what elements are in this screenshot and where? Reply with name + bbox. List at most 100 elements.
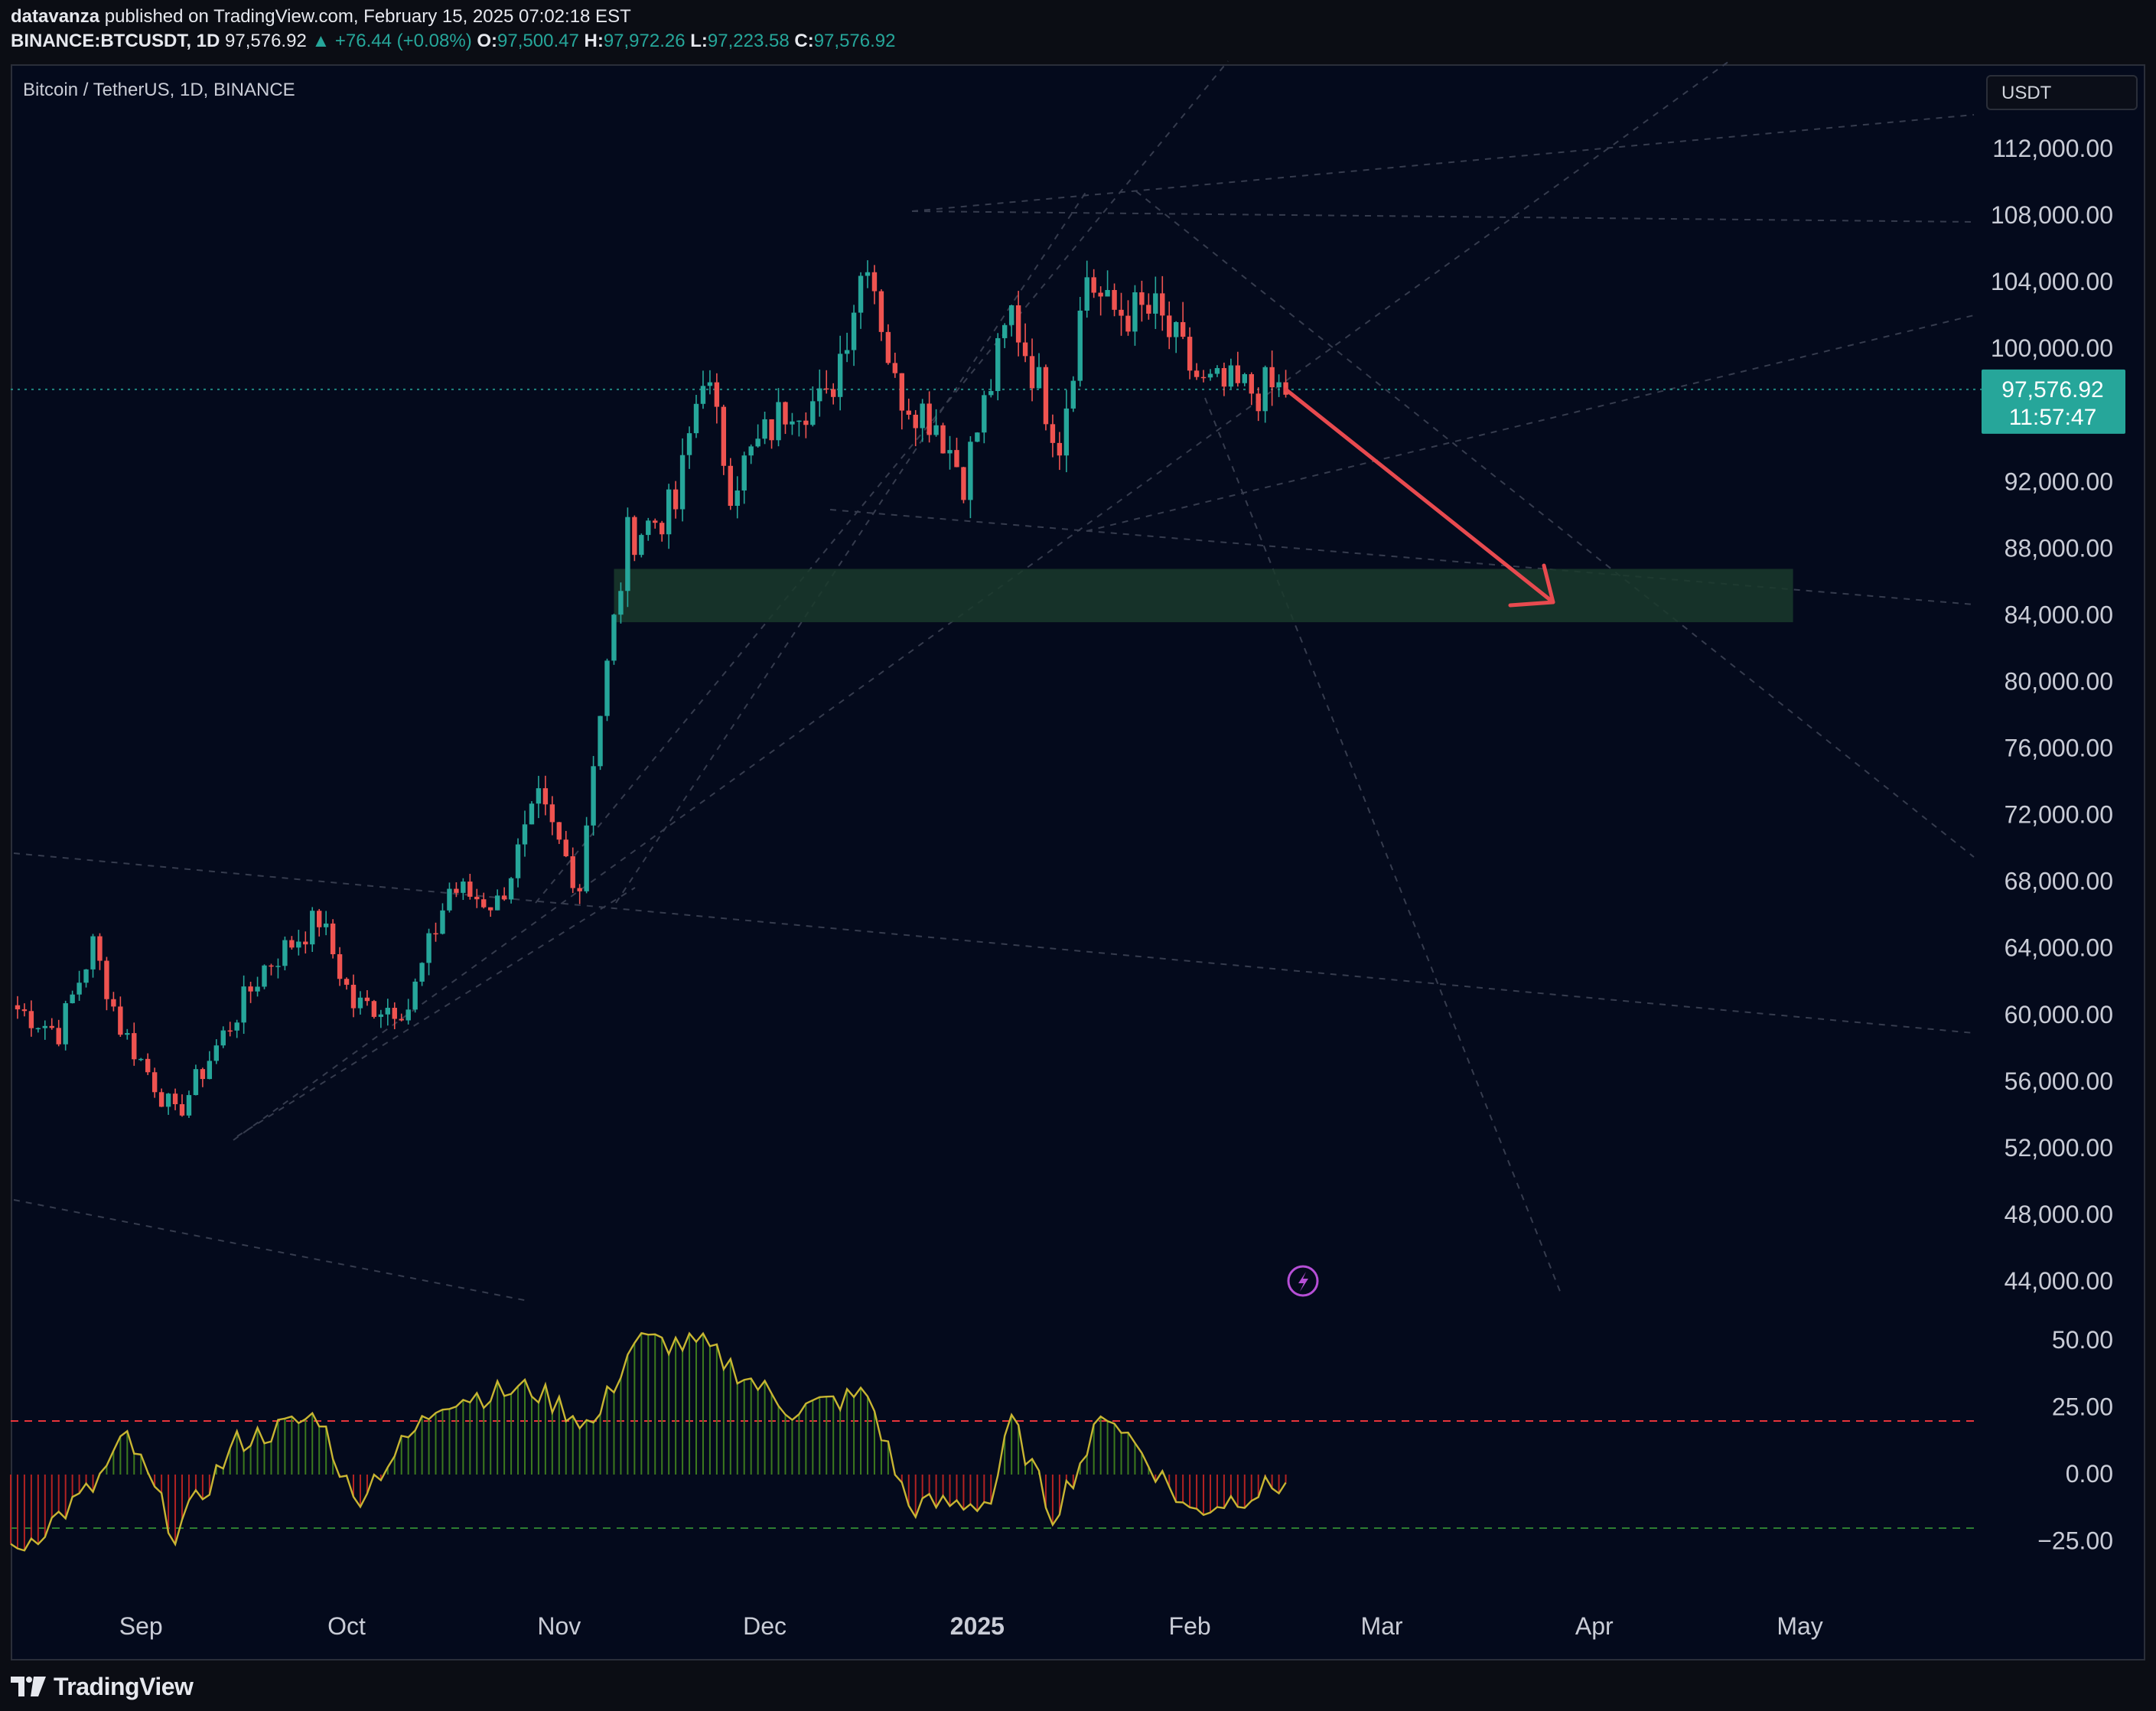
candle-body xyxy=(165,1093,171,1107)
x-axis-tick-label: Sep xyxy=(119,1612,163,1640)
candle-body xyxy=(1043,367,1049,425)
y-axis-tick-label: 104,000.00 xyxy=(1991,268,2113,295)
candle-body xyxy=(461,882,466,893)
candle-body xyxy=(255,986,260,992)
candle-body xyxy=(679,455,686,510)
y-axis-tick-label: 92,000.00 xyxy=(2005,468,2113,495)
y-axis-tick-label: 60,000.00 xyxy=(2005,1001,2113,1028)
candle-body xyxy=(282,940,288,966)
candle-body xyxy=(1214,368,1220,374)
tradingview-logo-icon xyxy=(11,1677,46,1696)
candle-body xyxy=(337,954,343,979)
candle-body xyxy=(330,923,336,955)
candle-body xyxy=(433,933,438,935)
candle-body xyxy=(1228,365,1234,387)
candle-body xyxy=(28,1011,34,1028)
candle-body xyxy=(303,941,308,945)
candle-body xyxy=(262,965,267,987)
candle-body xyxy=(179,1103,185,1116)
candle-body xyxy=(1050,424,1056,443)
candle-body xyxy=(1167,315,1172,337)
osc-axis-tick-label: 0.00 xyxy=(2066,1460,2113,1488)
candle-body xyxy=(1200,376,1207,379)
x-axis-tick-label: Apr xyxy=(1575,1612,1614,1640)
candle-body xyxy=(660,523,665,535)
candle-body xyxy=(474,896,480,900)
y-axis-tick-label: 84,000.00 xyxy=(2005,601,2113,628)
candle-body xyxy=(844,350,850,354)
candle-body xyxy=(1077,310,1083,381)
candle-body xyxy=(1036,367,1042,389)
candle-body xyxy=(97,936,103,961)
candle-body xyxy=(132,1033,137,1060)
candle-body xyxy=(940,425,946,454)
candle-body xyxy=(666,489,672,535)
candle-body xyxy=(440,910,445,934)
candle-body xyxy=(90,936,96,970)
candle-body xyxy=(158,1092,164,1107)
candle-body xyxy=(323,923,329,927)
candle-body xyxy=(693,403,699,434)
current-price-value: 97,576.92 xyxy=(2001,377,2103,402)
candle-body xyxy=(755,438,760,447)
candle-body xyxy=(762,419,767,439)
candle-body xyxy=(104,960,109,999)
candle-body xyxy=(542,788,549,805)
candle-body xyxy=(467,882,473,897)
candle-body xyxy=(447,888,452,911)
x-axis-tick-label: Oct xyxy=(327,1612,366,1640)
candle-body xyxy=(748,446,754,456)
candle-body xyxy=(598,715,603,767)
y-axis-tick-label: 72,000.00 xyxy=(2005,801,2113,829)
candle-body xyxy=(906,410,911,415)
candle-body xyxy=(988,391,994,396)
candle-body xyxy=(1249,373,1254,394)
price-chart[interactable]: 112,000.00 108,000.00 104,000.00 100,000.00… xyxy=(0,0,2156,1711)
candle-body xyxy=(1119,309,1124,316)
currency-selector[interactable]: USDT xyxy=(1986,75,2138,110)
candle-body xyxy=(21,1009,28,1012)
candle-body xyxy=(501,895,507,900)
x-axis-tick-label: Mar xyxy=(1360,1612,1402,1640)
candle-body xyxy=(871,272,878,292)
y-axis-tick-label: 80,000.00 xyxy=(2005,667,2113,695)
trend-line xyxy=(911,114,1975,212)
candle-body xyxy=(878,291,884,332)
candle-body xyxy=(111,999,116,1007)
trend-line xyxy=(615,191,1087,904)
candle-body xyxy=(522,824,528,845)
candle-body xyxy=(344,979,350,985)
candle-body xyxy=(1063,408,1070,456)
candle-body xyxy=(892,363,898,373)
candle-body xyxy=(77,983,82,995)
candle-body xyxy=(776,402,781,441)
y-axis-tick-label: 44,000.00 xyxy=(2005,1267,2113,1295)
candle-body xyxy=(1207,373,1213,378)
candle-body xyxy=(790,421,795,425)
y-axis-tick-label: 100,000.00 xyxy=(1991,334,2113,362)
trend-line xyxy=(1204,397,1562,1294)
candle-body xyxy=(721,406,727,466)
trend-line xyxy=(535,60,1229,904)
candle-body xyxy=(1153,293,1158,314)
candle-body xyxy=(151,1072,158,1093)
candle-body xyxy=(529,803,535,825)
candle-body xyxy=(1139,292,1145,305)
osc-axis-tick-label: −25.00 xyxy=(2037,1527,2113,1555)
candle-body xyxy=(1146,305,1151,314)
y-axis-tick-label: 64,000.00 xyxy=(2005,934,2113,962)
trend-line xyxy=(911,210,1975,223)
candle-body xyxy=(796,420,802,422)
candle-body xyxy=(536,788,542,804)
candle-body xyxy=(1221,368,1227,387)
candle-body xyxy=(618,591,624,615)
candle-body xyxy=(350,984,357,1009)
candle-body xyxy=(42,1025,47,1028)
y-axis-tick-label: 88,000.00 xyxy=(2005,534,2113,562)
candle-body xyxy=(63,1003,68,1045)
candle-body xyxy=(145,1058,151,1073)
candle-body xyxy=(234,1022,239,1031)
tradingview-logo[interactable]: TradingView xyxy=(11,1671,194,1702)
candle-body xyxy=(927,403,932,435)
candle-body xyxy=(1276,382,1282,388)
